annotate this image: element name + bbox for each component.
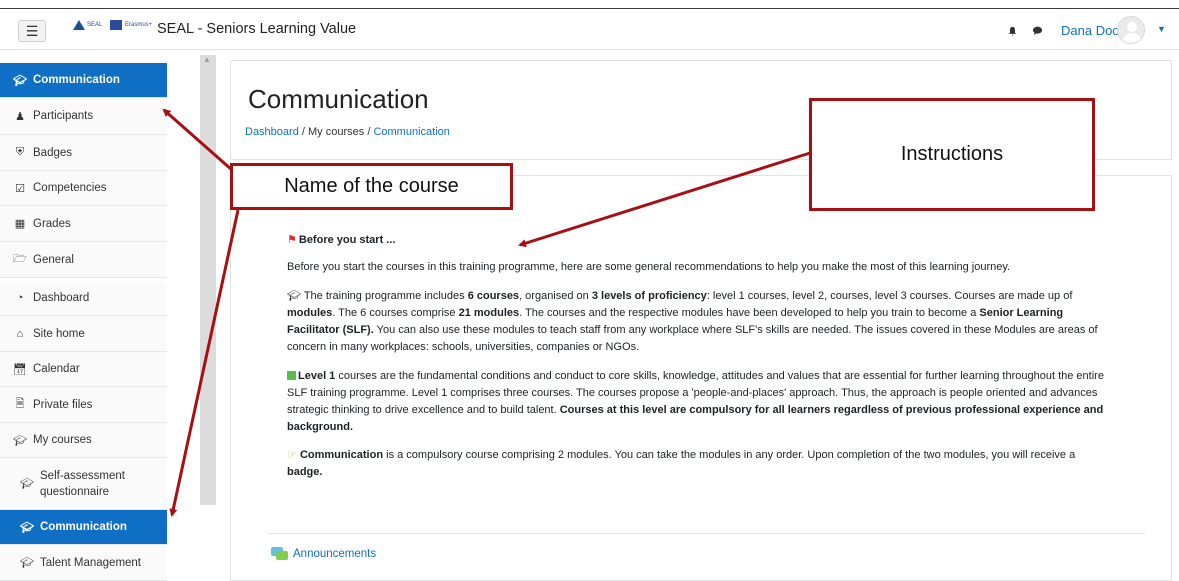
hamburger-icon: ☰ <box>25 22 39 39</box>
chevron-down-icon[interactable]: ▼ <box>1157 24 1166 34</box>
breadcrumb-my-courses[interactable]: My courses <box>308 126 364 138</box>
sidebar-item-site-home[interactable]: ⌂ Site home <box>0 316 167 352</box>
sidebar-item-participants[interactable]: ♟ Participants <box>0 98 167 135</box>
sidebar-item-dashboard[interactable]: ◔ Dashboard <box>0 281 167 316</box>
level1-paragraph: Level 1 courses are the fundamental cond… <box>287 370 1104 433</box>
sidebar-item-talent-management[interactable]: 🎓︎ Talent Management <box>0 545 167 581</box>
site-name[interactable]: SEAL - Seniors Learning Value <box>157 21 356 37</box>
sidebar-item-general[interactable]: 🗁︎ General <box>0 242 167 278</box>
breadcrumb-separator: / <box>367 126 371 138</box>
scroll-up-arrow-icon[interactable]: ▲ <box>203 55 211 64</box>
avatar[interactable] <box>1117 16 1145 44</box>
pushpin-icon: ⚑ <box>287 234 297 246</box>
folder-icon: 🗁︎ <box>13 253 27 265</box>
table-icon: ▦ <box>14 218 26 230</box>
eu-flag-icon <box>110 20 122 30</box>
green-square-icon <box>287 371 296 380</box>
seal-logo: SEAL <box>73 19 107 31</box>
sidebar-scrollbar[interactable] <box>200 55 216 505</box>
sidebar-item-self-assessment[interactable]: 🎓︎ Self-assessment questionnaire <box>0 458 167 510</box>
sidebar-item-calendar[interactable]: 📅︎ Calendar <box>0 352 167 387</box>
pointing-hand-icon: ☞ <box>287 449 297 461</box>
site-logo[interactable]: SEAL Erasmus+ <box>73 19 152 31</box>
forum-icon <box>271 547 288 560</box>
breadcrumb-dashboard[interactable]: Dashboard <box>245 126 299 138</box>
graduation-cap-icon: 🎓︎ <box>13 74 27 87</box>
section-heading: ⚑ Before you start ... <box>287 234 396 246</box>
callout-instructions: Instructions <box>809 98 1095 211</box>
breadcrumb: Dashboard / My courses / Communication <box>245 126 450 138</box>
communication-paragraph: ☞ Communication is a compulsory course c… <box>287 449 1076 478</box>
sidebar-item-communication-course[interactable]: 🎓︎ Communication <box>0 63 167 98</box>
graduation-cap-icon: 🎓︎ <box>20 557 34 569</box>
bell-icon[interactable] <box>1007 26 1018 36</box>
graduation-cap-icon: 🎓︎ <box>13 434 27 447</box>
erasmus-logo-text: Erasmus+ <box>125 22 153 28</box>
sidebar-item-communication[interactable]: 🎓︎ Communication <box>0 510 167 545</box>
dashboard-icon: ◔ <box>16 292 24 304</box>
intro-paragraph: Before you start the courses in this tra… <box>287 261 1011 273</box>
sidebar-item-badges[interactable]: ⛨ Badges <box>0 135 167 171</box>
sidebar-item-competencies[interactable]: ☑ Competencies <box>0 171 167 206</box>
programme-paragraph: 🎓︎ The training programme includes 6 cou… <box>287 290 1098 353</box>
calendar-icon: 📅︎ <box>13 363 27 376</box>
sidebar-item-my-courses[interactable]: 🎓︎ My courses <box>0 423 167 458</box>
arrow-to-course-name <box>162 108 233 172</box>
file-icon: 🗎︎ <box>15 398 25 410</box>
top-navbar: ☰ SEAL Erasmus+ SEAL - Seniors Learning … <box>0 8 1179 50</box>
divider <box>268 533 1145 534</box>
home-icon: ⌂ <box>16 327 24 340</box>
shield-icon: ⛨ <box>15 146 25 158</box>
breadcrumb-separator: / <box>301 126 305 138</box>
breadcrumb-current[interactable]: Communication <box>373 126 449 138</box>
graduation-cap-icon: 🎓︎ <box>287 290 301 302</box>
speech-bubble-icon[interactable] <box>1032 26 1043 36</box>
users-icon: ♟ <box>15 110 25 123</box>
page-title: Communication <box>248 84 429 114</box>
sidebar-item-private-files[interactable]: 🗎︎ Private files <box>0 387 167 423</box>
graduation-cap-icon: 🎓︎ <box>20 521 34 534</box>
callout-name-of-course: Name of the course <box>230 163 513 210</box>
checkbox-icon: ☑ <box>15 182 25 195</box>
announcements-link[interactable]: Announcements <box>271 547 376 560</box>
graduation-cap-icon: 🎓︎ <box>20 478 34 490</box>
sidebar-item-grades[interactable]: ▦ Grades <box>0 206 167 242</box>
hamburger-menu-button[interactable]: ☰ <box>18 20 46 42</box>
